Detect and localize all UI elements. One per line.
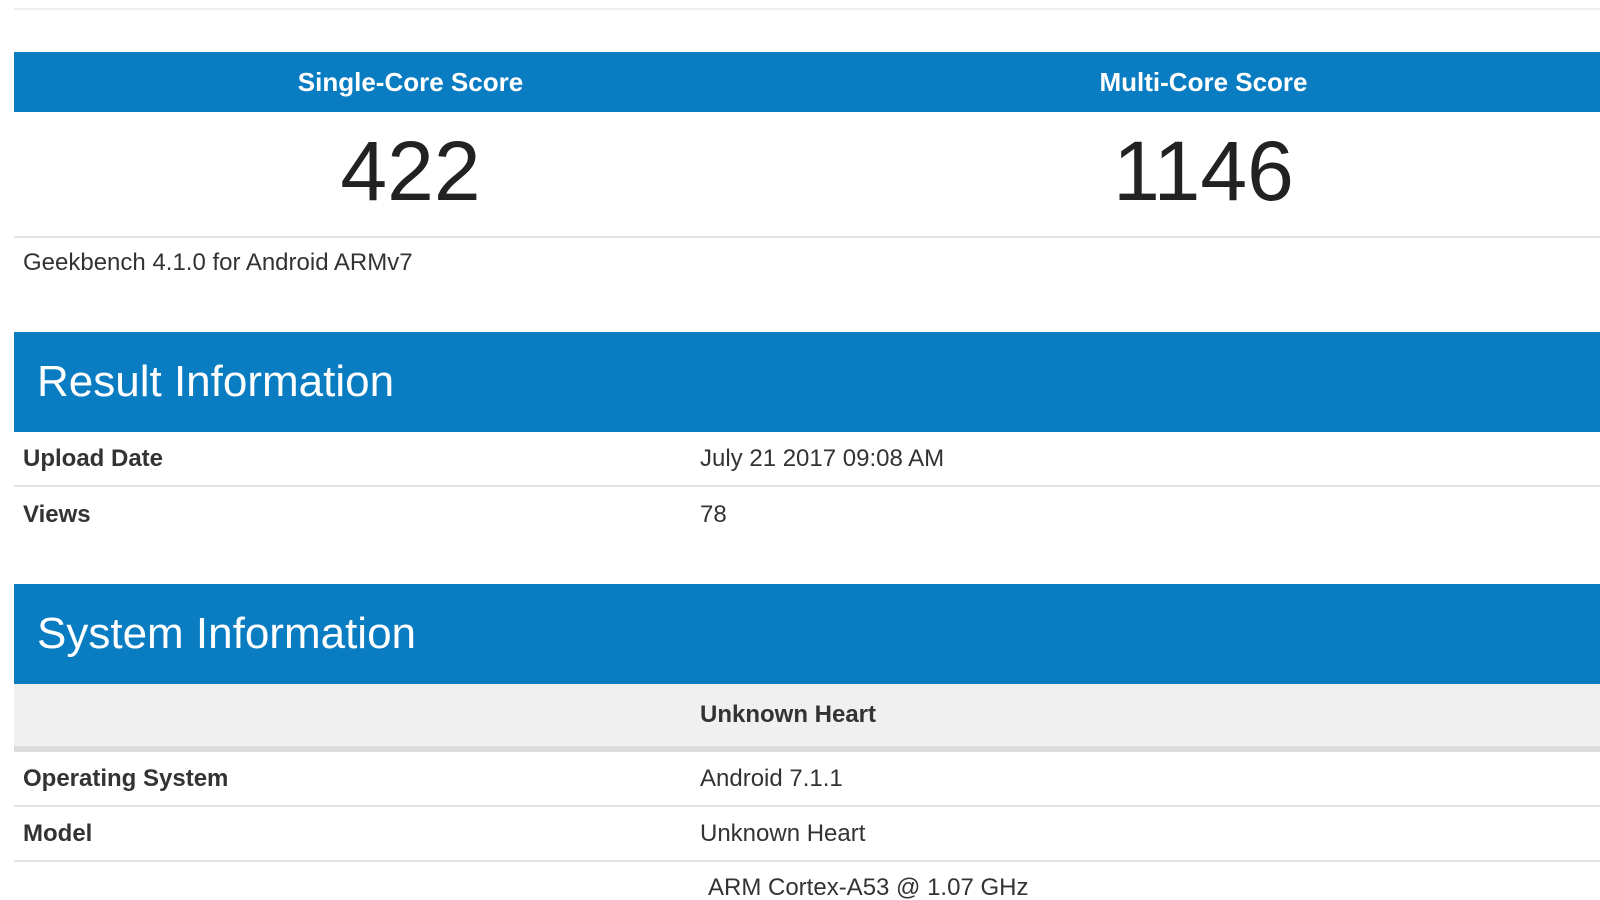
upload-date-value: July 21 2017 09:08 AM <box>700 444 945 472</box>
system-information-table: Unknown Heart Operating System Android 7… <box>14 684 1600 862</box>
views-label: Views <box>23 500 91 528</box>
multi-core-score-value: 1146 <box>1113 123 1294 218</box>
result-information-header: Result Information <box>14 332 1600 432</box>
model-label: Model <box>23 819 93 847</box>
table-row: Views 78 <box>14 487 1600 542</box>
benchmark-version: Geekbench 4.1.0 for Android ARMv7 <box>23 249 413 276</box>
system-information-title: System Information <box>37 609 417 658</box>
score-table: Single-Core Score Multi-Core Score 422 1… <box>14 52 1600 238</box>
table-row: Operating System Android 7.1.1 <box>14 752 1600 807</box>
benchmark-result-page: Single-Core Score Multi-Core Score 422 1… <box>0 0 1600 900</box>
result-information-table: Upload Date July 21 2017 09:08 AM Views … <box>14 432 1600 542</box>
multi-core-score-label: Multi-Core Score <box>1099 66 1308 97</box>
operating-system-label: Operating System <box>23 764 229 792</box>
single-core-score-label: Single-Core Score <box>297 66 524 97</box>
result-information-title: Result Information <box>37 357 395 406</box>
single-core-score-value: 422 <box>340 123 481 218</box>
score-table-values: 422 1146 <box>14 112 1600 238</box>
top-divider <box>14 8 1600 10</box>
device-name: Unknown Heart <box>700 701 877 728</box>
table-row: Model Unknown Heart <box>14 807 1600 862</box>
device-name-row: Unknown Heart <box>14 684 1600 752</box>
operating-system-value: Android 7.1.1 <box>700 764 843 792</box>
processor-row: ARM Cortex-A53 @ 1.07 GHz <box>14 862 1600 900</box>
table-row: Upload Date July 21 2017 09:08 AM <box>14 432 1600 487</box>
system-information-header: System Information <box>14 584 1600 684</box>
upload-date-label: Upload Date <box>23 444 164 472</box>
score-table-header: Single-Core Score Multi-Core Score <box>14 52 1600 112</box>
model-value: Unknown Heart <box>700 819 866 847</box>
views-value: 78 <box>700 500 727 528</box>
processor-value: ARM Cortex-A53 @ 1.07 GHz <box>708 874 1029 900</box>
